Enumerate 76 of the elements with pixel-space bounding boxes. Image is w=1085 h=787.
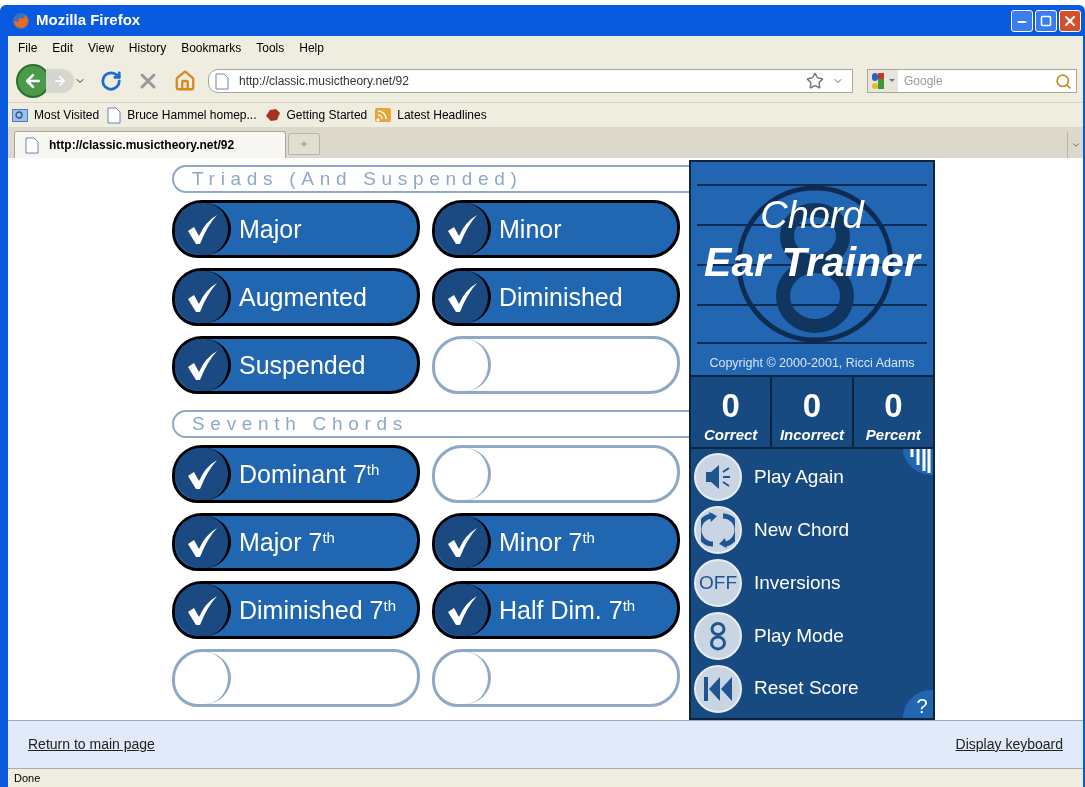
chord-toggle[interactable]: Suspended bbox=[172, 336, 420, 394]
menu-item[interactable]: Tools bbox=[256, 39, 285, 57]
plus-icon bbox=[299, 139, 309, 149]
minimize-button[interactable] bbox=[1011, 9, 1033, 32]
menu-item[interactable]: Help bbox=[299, 39, 324, 57]
speaker-icon bbox=[694, 453, 742, 502]
logo-subtitle: Ear Trainer bbox=[704, 242, 920, 283]
reload-icon[interactable] bbox=[100, 70, 122, 92]
window-title: Mozilla Firefox bbox=[36, 10, 141, 31]
chord-toggle[interactable]: Dominant 7$^{th}$ bbox=[172, 445, 420, 503]
home-icon[interactable] bbox=[174, 70, 196, 92]
chord-icon bbox=[694, 611, 742, 660]
maximize-icon bbox=[1040, 14, 1052, 27]
page-icon bbox=[215, 72, 229, 90]
logo-title: Chord bbox=[760, 196, 864, 234]
section-header: Seventh Chords bbox=[172, 410, 689, 438]
maximize-button[interactable] bbox=[1035, 9, 1057, 32]
chord-toggle[interactable]: Minor bbox=[432, 200, 680, 258]
menu-item[interactable]: Edit bbox=[52, 39, 74, 57]
chord-toggle[interactable]: Diminished bbox=[432, 268, 680, 326]
browser-icon bbox=[12, 11, 30, 30]
chord-toggle[interactable]: Major 7$^{th}$ bbox=[172, 513, 420, 571]
bookmark-link[interactable]: Bruce Hammel homep... bbox=[127, 106, 257, 124]
close-button[interactable] bbox=[1059, 9, 1081, 32]
search-box[interactable]: Google bbox=[867, 69, 1077, 93]
chord-toggle[interactable] bbox=[172, 649, 420, 707]
browser-tab[interactable]: http://classic.musictheory.net/92 bbox=[14, 131, 286, 158]
chord-toggle[interactable] bbox=[432, 336, 680, 394]
score-label: Incorrect bbox=[779, 426, 845, 445]
page-icon bbox=[107, 106, 122, 124]
menu-item[interactable]: Bookmarks bbox=[181, 39, 242, 57]
bookmark-link[interactable]: Getting Started bbox=[286, 106, 368, 124]
search-icon[interactable] bbox=[1055, 72, 1072, 90]
caret-icon bbox=[1070, 140, 1081, 150]
feed-icon bbox=[375, 108, 392, 122]
main-page-link[interactable]: Return to main page bbox=[28, 734, 155, 755]
score-label: Correct bbox=[704, 426, 758, 445]
control-button[interactable]: Reset Score bbox=[694, 662, 859, 715]
bookmark-star-icon[interactable] bbox=[806, 72, 824, 90]
menu-item[interactable]: History bbox=[128, 39, 167, 57]
chord-toggle[interactable] bbox=[432, 445, 680, 503]
menu-item[interactable]: View bbox=[88, 39, 114, 57]
score-label: Percent bbox=[865, 426, 921, 445]
new-tab-button[interactable] bbox=[288, 133, 320, 155]
toggle-icon: OFF bbox=[694, 559, 742, 607]
keyboard-icon[interactable] bbox=[903, 449, 933, 475]
status-text: Done bbox=[14, 770, 41, 786]
chord-toggle[interactable]: Minor 7$^{th}$ bbox=[432, 513, 680, 571]
fox-icon bbox=[264, 108, 281, 122]
help-button[interactable]: ? bbox=[903, 690, 933, 718]
search-field[interactable]: Google bbox=[904, 72, 1055, 90]
menu-item[interactable]: File bbox=[18, 39, 38, 57]
chord-toggle[interactable] bbox=[432, 649, 680, 707]
bookmark-link[interactable]: Latest Headlines bbox=[397, 106, 487, 124]
cycle-icon bbox=[694, 506, 742, 555]
chord-toggle[interactable]: Augmented bbox=[172, 268, 420, 326]
bookmark-link[interactable]: Most Visited bbox=[34, 106, 100, 124]
control-button[interactable]: Play Again bbox=[694, 451, 844, 504]
search-engine-icon[interactable] bbox=[868, 70, 898, 92]
score-value: 0 bbox=[802, 389, 822, 423]
page-icon bbox=[25, 136, 39, 154]
chord-toggle[interactable]: Half Dim. 7$^{th}$ bbox=[432, 581, 680, 639]
copyright-text: Copyright © 2000-2001, Ricci Adams bbox=[709, 355, 915, 373]
section-header: Triads (And Suspended) bbox=[172, 165, 689, 193]
control-button[interactable]: Play Mode bbox=[694, 609, 844, 663]
control-button[interactable]: OFF Inversions bbox=[694, 556, 841, 610]
keyboard-link[interactable]: Display keyboard bbox=[955, 734, 1063, 755]
forward-arrow-icon bbox=[53, 74, 67, 88]
address-field[interactable]: http://classic.musictheory.net/92 bbox=[208, 69, 853, 93]
folder-icon bbox=[12, 108, 28, 122]
score-value: 0 bbox=[721, 389, 740, 423]
rewind-icon bbox=[694, 664, 742, 713]
chord-toggle[interactable]: Diminished 7$^{th}$ bbox=[172, 581, 420, 639]
control-button[interactable]: New Chord bbox=[694, 503, 850, 557]
score-value: 0 bbox=[884, 389, 903, 423]
chord-toggle[interactable]: Major bbox=[172, 200, 420, 258]
